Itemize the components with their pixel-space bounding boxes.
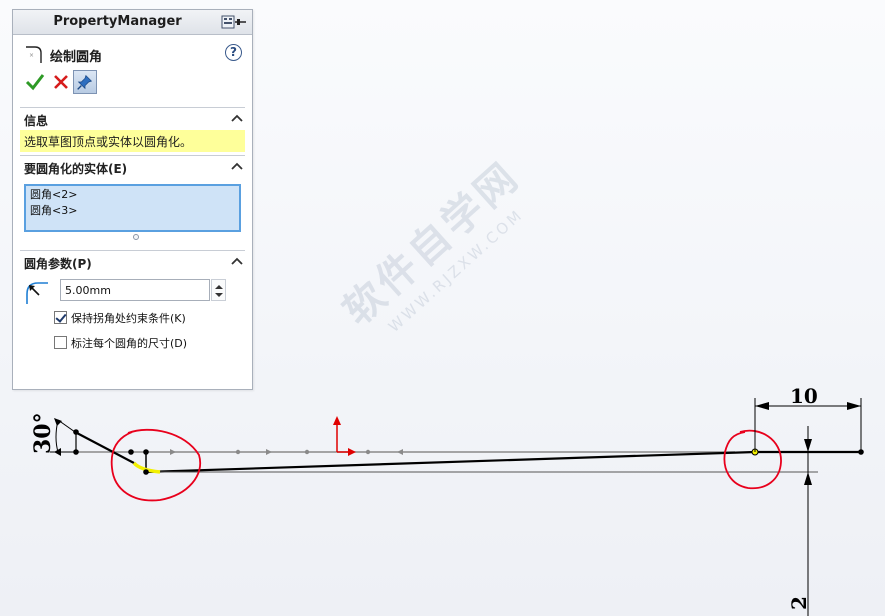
entities-section: 要圆角化的实体(E) 圆角<2> 圆角<3>: [20, 155, 245, 250]
help-icon[interactable]: ?: [225, 44, 242, 61]
fillet-radius-input[interactable]: [60, 279, 210, 301]
dimension-each-checkbox[interactable]: [54, 336, 67, 349]
panel-pin-icon[interactable]: [220, 14, 248, 30]
keep-visible-pushpin-button[interactable]: [73, 70, 97, 94]
params-section-title: 圆角参数(P): [24, 257, 92, 271]
collapse-chevron-icon[interactable]: [231, 114, 243, 123]
info-section-header[interactable]: 信息: [20, 108, 245, 130]
sketch-point[interactable]: [143, 449, 149, 455]
params-section-header[interactable]: 圆角参数(P): [20, 251, 245, 273]
fillet-radius-icon: [26, 282, 48, 304]
info-message: 选取草图顶点或实体以圆角化。: [20, 130, 245, 152]
hdim-arrow-right: [847, 402, 861, 410]
entities-section-title: 要圆角化的实体(E): [24, 162, 128, 176]
collapse-chevron-icon[interactable]: [231, 257, 243, 266]
spinner-down-arrow-icon[interactable]: [215, 293, 223, 297]
action-buttons: [23, 70, 113, 94]
panel-header: PropertyManager: [13, 10, 252, 35]
property-manager-panel: PropertyManager × 绘制圆角 ? 信息 选取草图顶点或实体以圆角…: [12, 9, 253, 390]
vdim-arrow-top: [804, 439, 812, 452]
info-section: 信息 选取草图顶点或实体以圆角化。: [20, 107, 245, 157]
hdim-arrow-left: [755, 402, 769, 410]
vdim-arrow-bottom: [804, 472, 812, 485]
entities-selection-box[interactable]: 圆角<2> 圆角<3>: [24, 184, 241, 232]
info-section-title: 信息: [24, 114, 49, 128]
dimension-each-label[interactable]: 标注每个圆角的尺寸(D): [71, 335, 187, 351]
keep-constraints-label[interactable]: 保持拐角处约束条件(K): [71, 310, 186, 326]
collapse-chevron-icon[interactable]: [231, 162, 243, 171]
highlight-circle-left: [110, 428, 202, 502]
sketch-line-lower[interactable]: [145, 450, 756, 474]
construction-point[interactable]: [235, 449, 241, 455]
construction-point[interactable]: [365, 449, 371, 455]
svg-text:×: ×: [29, 52, 34, 59]
centerline-arrow: [397, 449, 403, 455]
ok-button[interactable]: [23, 70, 47, 94]
panel-title: PropertyManager: [53, 14, 182, 29]
entity-item[interactable]: 圆角<2>: [26, 187, 239, 203]
centerline-arrow: [266, 449, 272, 455]
angle-dimension-label[interactable]: 30°: [30, 412, 56, 454]
entities-section-header[interactable]: 要圆角化的实体(E): [20, 156, 245, 178]
horizontal-dimension-label[interactable]: 10: [790, 384, 818, 408]
feature-title-row: × 绘制圆角 ?: [23, 43, 242, 65]
sketch-line-angled[interactable]: [74, 431, 135, 464]
sketch-point[interactable]: [73, 429, 79, 435]
feature-title: 绘制圆角: [50, 50, 103, 65]
keep-constraints-checkbox[interactable]: [54, 311, 67, 324]
centerline-arrow: [170, 449, 176, 455]
entity-item[interactable]: 圆角<3>: [26, 203, 239, 219]
spinner-up-arrow-icon[interactable]: [215, 285, 223, 289]
sketch-fillet-icon: ×: [26, 46, 42, 63]
radius-spinner[interactable]: [211, 279, 226, 301]
list-resize-handle[interactable]: [133, 234, 139, 240]
origin-arrow-y: [333, 416, 341, 425]
sketch-point[interactable]: [143, 469, 149, 475]
vertical-dimension-label[interactable]: 2: [787, 596, 811, 610]
sketch-point[interactable]: [128, 449, 134, 455]
fillet-params-section: 圆角参数(P) 保持拐角处约束条件(K) 标注每个圆角的尺寸(D): [20, 250, 245, 370]
origin-arrow-x: [348, 448, 356, 456]
highlight-circle-right: [723, 429, 782, 490]
cancel-button[interactable]: [49, 70, 73, 94]
construction-point[interactable]: [304, 449, 310, 455]
